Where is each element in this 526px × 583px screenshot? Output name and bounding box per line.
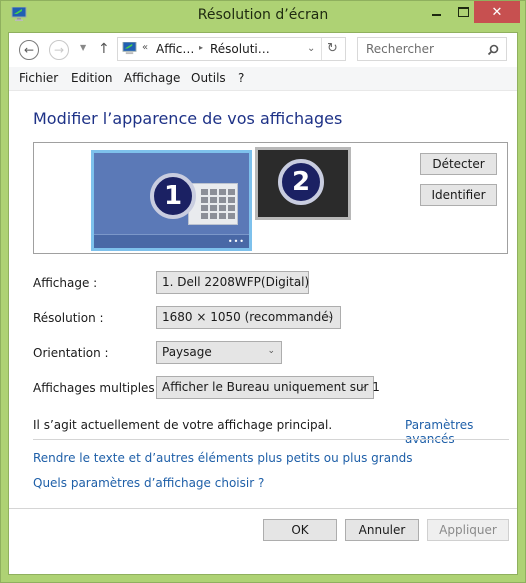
- address-divider: [321, 38, 322, 60]
- resolution-label: Résolution :: [33, 311, 104, 325]
- ok-button[interactable]: OK: [263, 519, 337, 541]
- breadcrumb-resolution[interactable]: Résoluti…: [210, 42, 270, 56]
- refresh-icon[interactable]: ↻: [327, 41, 338, 56]
- chevron-down-icon: ⌄: [359, 381, 367, 391]
- desktop-app-window-icon: [188, 183, 238, 225]
- breadcrumb-arrow-icon[interactable]: ▸: [199, 43, 203, 52]
- divider: [33, 439, 509, 440]
- close-icon: ✕: [491, 4, 503, 20]
- orientation-select[interactable]: Paysage ⌄: [156, 341, 282, 364]
- orientation-label: Orientation :: [33, 346, 109, 360]
- monitor-2[interactable]: 2: [255, 147, 351, 220]
- multiple-displays-select[interactable]: Afficher le Bureau uniquement sur 1 ⌄: [156, 376, 380, 399]
- recent-locations-icon[interactable]: ▼: [80, 43, 86, 52]
- menu-help[interactable]: ?: [238, 71, 244, 85]
- display-label: Affichage :: [33, 276, 98, 290]
- search-icon[interactable]: [487, 44, 499, 56]
- display-value: 1. Dell 2208WFP(Digital): [162, 275, 310, 289]
- display-settings-help-link[interactable]: Quels paramètres d’affichage choisir ?: [33, 476, 264, 490]
- minimize-icon: [431, 14, 441, 16]
- breadcrumb-display[interactable]: Affic…: [156, 42, 194, 56]
- close-button[interactable]: ✕: [474, 1, 520, 23]
- menu-fichier[interactable]: Fichier: [19, 71, 58, 85]
- page-title: Modifier l’apparence de vos affichages: [33, 109, 343, 128]
- text-size-link[interactable]: Rendre le texte et d’autres éléments plu…: [33, 451, 413, 465]
- display-arrangement-panel: 1 ••• 2 Détecter Identifier: [33, 142, 508, 254]
- taskbar: •••: [94, 234, 249, 248]
- chevron-down-icon: ⌄: [294, 276, 302, 286]
- back-arrow-icon: ←: [23, 43, 35, 57]
- back-button[interactable]: ←: [19, 40, 39, 60]
- display-select[interactable]: 1. Dell 2208WFP(Digital) ⌄: [156, 271, 309, 294]
- monitor-1-number: 1: [150, 173, 196, 219]
- detect-button[interactable]: Détecter: [420, 153, 497, 175]
- advanced-settings-link[interactable]: Paramètres avancés: [405, 418, 517, 446]
- address-dropdown-icon[interactable]: ⌄: [307, 43, 315, 54]
- primary-display-status: Il s’agit actuellement de votre affichag…: [33, 418, 333, 432]
- forward-arrow-icon: →: [53, 43, 65, 57]
- menu-outils[interactable]: Outils: [191, 71, 226, 85]
- multiple-displays-value: Afficher le Bureau uniquement sur 1: [162, 380, 380, 394]
- resolution-select[interactable]: 1680 × 1050 (recommandé) ⌄: [156, 306, 341, 329]
- identify-button[interactable]: Identifier: [420, 184, 497, 206]
- taskbar-dots-icon: •••: [227, 237, 245, 246]
- menu-bar: Fichier Edition Affichage Outils ?: [9, 67, 517, 91]
- menu-affichage[interactable]: Affichage: [124, 71, 180, 85]
- title-bar[interactable]: Résolution d’écran ✕: [1, 1, 525, 33]
- search-input[interactable]: Rechercher: [357, 37, 507, 61]
- control-panel-icon: [122, 42, 137, 55]
- breadcrumb-overflow-icon[interactable]: «: [142, 42, 148, 53]
- screen-resolution-window: Résolution d’écran ✕ ← → ▼ ↑ « Affic… ▸ …: [0, 0, 526, 583]
- navigation-bar: ← → ▼ ↑ « Affic… ▸ Résoluti… ⌄ ↻ Recherc…: [9, 33, 517, 67]
- cancel-button[interactable]: Annuler: [345, 519, 419, 541]
- client-area: ← → ▼ ↑ « Affic… ▸ Résoluti… ⌄ ↻ Recherc…: [8, 32, 518, 575]
- minimize-button[interactable]: [421, 1, 451, 23]
- footer-divider: [9, 508, 517, 509]
- search-placeholder: Rechercher: [366, 42, 434, 56]
- monitor-2-number: 2: [278, 159, 324, 205]
- chevron-down-icon: ⌄: [267, 346, 275, 356]
- apply-button[interactable]: Appliquer: [427, 519, 509, 541]
- forward-button[interactable]: →: [49, 40, 69, 60]
- maximize-icon: [457, 7, 469, 17]
- monitor-1[interactable]: 1 •••: [91, 150, 252, 251]
- orientation-value: Paysage: [162, 345, 212, 359]
- multiple-displays-label: Affichages multiples :: [33, 381, 163, 395]
- menu-edition[interactable]: Edition: [71, 71, 113, 85]
- up-arrow-icon[interactable]: ↑: [98, 41, 110, 57]
- resolution-value: 1680 × 1050 (recommandé): [162, 310, 334, 324]
- chevron-down-icon: ⌄: [326, 311, 334, 321]
- address-bar[interactable]: « Affic… ▸ Résoluti… ⌄ ↻: [117, 37, 346, 61]
